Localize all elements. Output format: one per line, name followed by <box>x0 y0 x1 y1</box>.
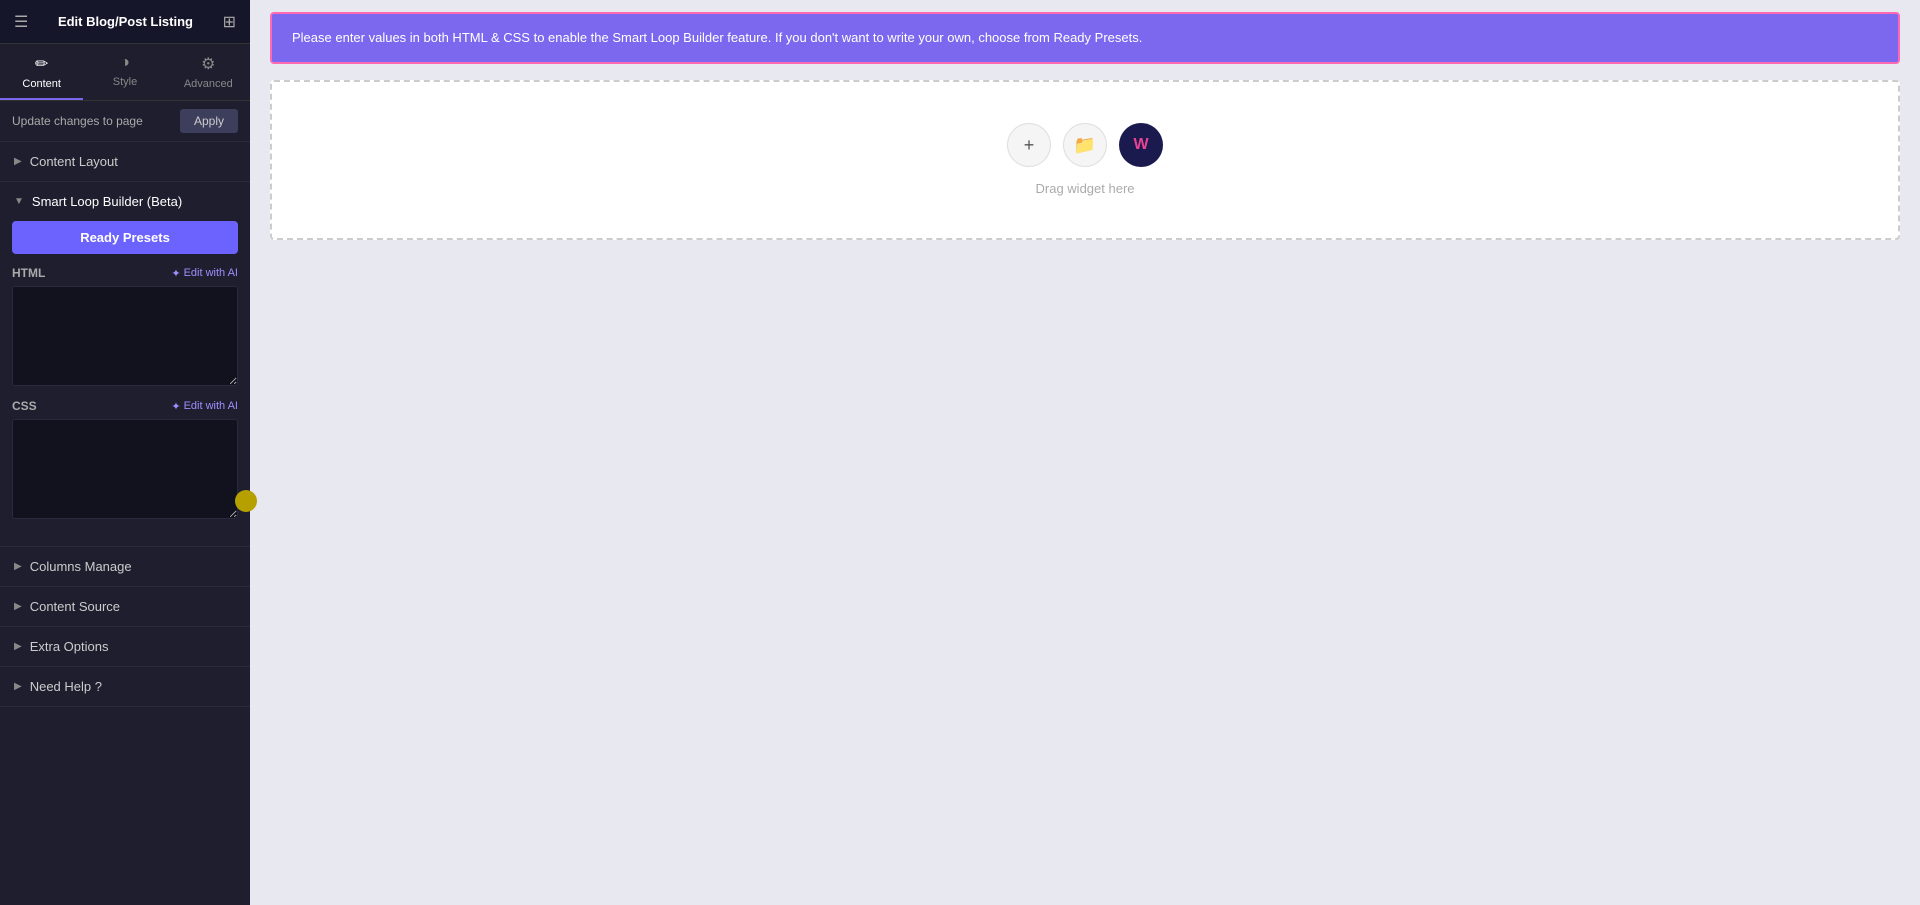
smart-loop-label: Smart Loop Builder (Beta) <box>32 194 182 209</box>
section-content-source: ▶ Content Source <box>0 587 250 627</box>
html-editor-block: HTML ✦ Edit with AI 1 <box>12 266 238 391</box>
notice-banner: Please enter values in both HTML & CSS t… <box>270 12 1900 64</box>
tab-style[interactable]: ◑ Style <box>83 44 166 100</box>
tab-advanced[interactable]: ⚙ Advanced <box>167 44 250 100</box>
folder-widget-button[interactable]: 📁 <box>1063 123 1107 167</box>
content-tab-label: Content <box>22 78 61 90</box>
style-tab-icon: ◑ <box>120 54 130 72</box>
cursor-dot <box>250 490 257 512</box>
css-editor-wrapper: 1 <box>12 419 238 524</box>
section-content-layout-header[interactable]: ▶ Content Layout <box>0 142 250 181</box>
ready-presets-button[interactable]: Ready Presets <box>12 221 238 254</box>
update-bar: Update changes to page Apply <box>0 101 250 142</box>
notice-text: Please enter values in both HTML & CSS t… <box>292 30 1142 45</box>
main-content: Please enter values in both HTML & CSS t… <box>250 0 1920 905</box>
extra-options-arrow-icon: ▶ <box>14 641 22 652</box>
advanced-tab-icon: ⚙ <box>201 54 215 74</box>
columns-manage-label: Columns Manage <box>30 559 132 574</box>
brand-icon: W <box>1133 136 1148 154</box>
content-source-arrow-icon: ▶ <box>14 601 22 612</box>
hamburger-icon[interactable]: ☰ <box>14 12 28 32</box>
css-editor[interactable] <box>12 419 238 519</box>
css-label: CSS <box>12 399 37 413</box>
html-editor[interactable] <box>12 286 238 386</box>
apply-button[interactable]: Apply <box>180 109 238 133</box>
advanced-tab-label: Advanced <box>184 78 233 90</box>
html-label-row: HTML ✦ Edit with AI <box>12 266 238 280</box>
html-editor-wrapper: 1 <box>12 286 238 391</box>
html-edit-ai-button[interactable]: ✦ Edit with AI <box>171 267 238 280</box>
tabs-bar: ✏ Content ◑ Style ⚙ Advanced <box>0 44 250 101</box>
style-tab-label: Style <box>113 76 137 88</box>
ai-star-icon: ✦ <box>171 267 180 280</box>
add-icon: + <box>1024 135 1035 156</box>
section-extra-options: ▶ Extra Options <box>0 627 250 667</box>
folder-icon: 📁 <box>1074 135 1096 156</box>
section-extra-options-header[interactable]: ▶ Extra Options <box>0 627 250 666</box>
smart-loop-content: Ready Presets HTML ✦ Edit with AI 1 <box>0 221 250 546</box>
grid-icon[interactable]: ⊞ <box>223 12 236 32</box>
extra-options-label: Extra Options <box>30 639 109 654</box>
drag-widget-text: Drag widget here <box>1036 181 1135 196</box>
brand-widget-button[interactable]: W <box>1119 123 1163 167</box>
css-label-row: CSS ✦ Edit with AI <box>12 399 238 413</box>
section-need-help-header[interactable]: ▶ Need Help ? <box>0 667 250 706</box>
section-columns-manage: ▶ Columns Manage <box>0 547 250 587</box>
section-content-source-header[interactable]: ▶ Content Source <box>0 587 250 626</box>
page-title: Edit Blog/Post Listing <box>58 14 193 29</box>
section-columns-manage-header[interactable]: ▶ Columns Manage <box>0 547 250 586</box>
html-edit-ai-label: Edit with AI <box>184 267 238 279</box>
section-content-layout: ▶ Content Layout <box>0 142 250 182</box>
content-tab-icon: ✏ <box>35 54 48 74</box>
css-editor-block: CSS ✦ Edit with AI 1 <box>12 399 238 524</box>
tab-content[interactable]: ✏ Content <box>0 44 83 100</box>
need-help-label: Need Help ? <box>30 679 102 694</box>
html-label: HTML <box>12 266 45 280</box>
add-widget-button[interactable]: + <box>1007 123 1051 167</box>
content-layout-arrow-icon: ▶ <box>14 156 22 167</box>
need-help-arrow-icon: ▶ <box>14 681 22 692</box>
smart-loop-arrow-icon: ▼ <box>14 196 24 207</box>
content-layout-label: Content Layout <box>30 154 118 169</box>
section-smart-loop-header[interactable]: ▼ Smart Loop Builder (Beta) <box>0 182 250 221</box>
css-edit-ai-label: Edit with AI <box>184 400 238 412</box>
widget-buttons-row: + 📁 W <box>1007 123 1163 167</box>
widget-drop-area[interactable]: + 📁 W Drag widget here <box>270 80 1900 240</box>
section-smart-loop-builder: ▼ Smart Loop Builder (Beta) Ready Preset… <box>0 182 250 547</box>
css-edit-ai-button[interactable]: ✦ Edit with AI <box>171 400 238 413</box>
columns-manage-arrow-icon: ▶ <box>14 561 22 572</box>
content-source-label: Content Source <box>30 599 120 614</box>
css-ai-star-icon: ✦ <box>171 400 180 413</box>
sidebar-header: ☰ Edit Blog/Post Listing ⊞ <box>0 0 250 44</box>
sidebar: ☰ Edit Blog/Post Listing ⊞ ✏ Content ◑ S… <box>0 0 250 905</box>
section-need-help: ▶ Need Help ? <box>0 667 250 707</box>
update-text: Update changes to page <box>12 114 143 128</box>
